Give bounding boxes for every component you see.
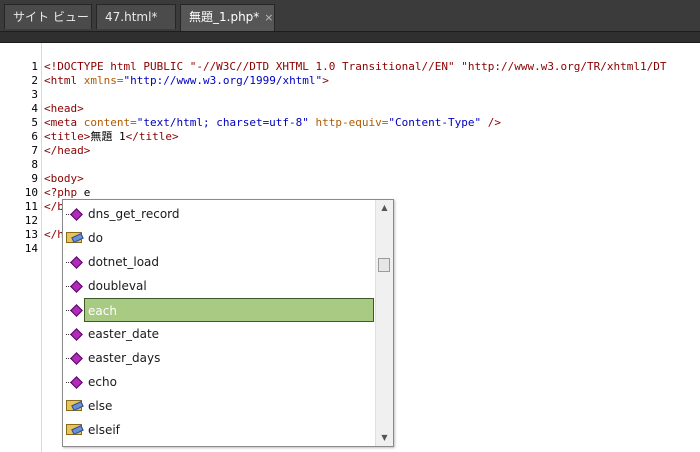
code-line: <body> bbox=[44, 172, 84, 186]
function-icon bbox=[66, 328, 84, 341]
tab-label: 無題_1.php* bbox=[189, 10, 260, 24]
function-icon bbox=[66, 208, 84, 221]
code-line: </h bbox=[44, 228, 64, 242]
scroll-up-button[interactable]: ▲ bbox=[376, 200, 393, 216]
code-token: xmlns= bbox=[83, 74, 124, 87]
code-token: <?php bbox=[44, 186, 84, 199]
autocomplete-item[interactable]: easter_date bbox=[63, 322, 374, 346]
code-editor[interactable]: 1 2 3 4 5 6 7 8 9 10 11 12 13 14 <!DOCTYPE html PUBLI… bbox=[0, 43, 700, 452]
line-number: 6 bbox=[31, 130, 38, 143]
autocomplete-item-label: each bbox=[88, 304, 117, 318]
autocomplete-item[interactable]: do bbox=[63, 226, 374, 250]
autocomplete-popup: ▲ ▼ dns_get_recorddo dotnet_load doubleval… bbox=[62, 199, 394, 447]
keyword-icon bbox=[66, 400, 84, 412]
autocomplete-item[interactable]: dns_get_record bbox=[63, 202, 374, 226]
autocomplete-item-label: doubleval bbox=[88, 279, 147, 293]
line-number: 8 bbox=[31, 158, 38, 171]
line-number: 7 bbox=[31, 144, 38, 157]
tab-label: サイト ビュー bbox=[13, 10, 89, 24]
autocomplete-item-label: echo bbox=[88, 375, 117, 389]
line-number: 2 bbox=[31, 74, 38, 87]
autocomplete-item[interactable]: else bbox=[63, 394, 374, 418]
code-token: 無題 1 bbox=[90, 130, 126, 143]
code-line: <?php e bbox=[44, 186, 90, 200]
code-line: <title>無題 1</title> bbox=[44, 130, 179, 144]
function-icon bbox=[66, 376, 84, 389]
tab-bar: サイト ビュー 47.html* 無題_1.php* × bbox=[0, 0, 700, 32]
code-line: <!DOCTYPE html PUBLIC "-//W3C//DTD XHTML… bbox=[44, 60, 667, 74]
autocomplete-item[interactable]: easter_days bbox=[63, 346, 374, 370]
line-number: 12 bbox=[24, 214, 38, 227]
function-icon bbox=[66, 352, 84, 365]
autocomplete-item[interactable]: each bbox=[84, 298, 374, 322]
line-number: 3 bbox=[31, 88, 38, 101]
autocomplete-item-label: elseif bbox=[88, 423, 120, 437]
code-line: </head> bbox=[44, 144, 90, 158]
line-number: 5 bbox=[31, 116, 38, 129]
code-token: content= bbox=[83, 116, 137, 129]
autocomplete-scrollbar[interactable]: ▲ ▼ bbox=[375, 200, 393, 446]
function-icon bbox=[66, 256, 84, 269]
line-number: 10 bbox=[24, 186, 38, 199]
editor-toolbar-strip bbox=[0, 32, 700, 43]
code-token: "http://www.w3.org/1999/xhtml" bbox=[123, 74, 323, 87]
code-token: <html bbox=[44, 74, 84, 87]
code-line: </b bbox=[44, 200, 64, 214]
close-icon[interactable]: × bbox=[264, 11, 273, 24]
code-token: "Content-Type" bbox=[388, 116, 482, 129]
code-token: "text/html; charset=utf-8" bbox=[136, 116, 309, 129]
autocomplete-item[interactable]: elseif bbox=[63, 418, 374, 442]
tab-47-html[interactable]: 47.html* bbox=[96, 4, 176, 29]
code-token: <head> bbox=[44, 102, 84, 115]
autocomplete-item[interactable]: doubleval bbox=[63, 274, 374, 298]
autocomplete-item[interactable]: echo bbox=[63, 370, 374, 394]
line-number: 1 bbox=[31, 60, 38, 73]
code-token: <body> bbox=[44, 172, 84, 185]
autocomplete-item-label: easter_days bbox=[88, 351, 161, 365]
code-token: > bbox=[322, 74, 329, 87]
line-number-gutter: 1 2 3 4 5 6 7 8 9 10 11 12 13 14 bbox=[0, 43, 42, 452]
line-number: 11 bbox=[24, 200, 38, 213]
code-token: <title> bbox=[44, 130, 91, 143]
keyword-icon bbox=[66, 232, 84, 244]
tab-untitled-php[interactable]: 無題_1.php* × bbox=[180, 4, 275, 31]
scroll-down-button[interactable]: ▼ bbox=[376, 430, 393, 446]
line-number: 9 bbox=[31, 172, 38, 185]
code-line: <html xmlns="http://www.w3.org/1999/xhtm… bbox=[44, 74, 329, 88]
code-token: </h bbox=[44, 228, 64, 241]
autocomplete-item-label: else bbox=[88, 399, 113, 413]
autocomplete-item-label: easter_date bbox=[88, 327, 160, 341]
code-line: <head> bbox=[44, 102, 84, 116]
autocomplete-item[interactable]: dotnet_load bbox=[63, 250, 374, 274]
line-number: 14 bbox=[24, 242, 38, 255]
code-token: </head> bbox=[44, 144, 91, 157]
autocomplete-item-label: dotnet_load bbox=[88, 255, 160, 269]
autocomplete-item-label: do bbox=[88, 231, 103, 245]
keyword-icon bbox=[66, 424, 84, 436]
tab-label: 47.html* bbox=[105, 10, 158, 24]
code-token: <!DOCTYPE html PUBLIC "-//W3C//DTD XHTML… bbox=[44, 60, 667, 73]
line-number: 13 bbox=[24, 228, 38, 241]
code-token: http-equiv= bbox=[308, 116, 389, 129]
tab-site-view[interactable]: サイト ビュー bbox=[4, 4, 92, 29]
code-token: </title> bbox=[125, 130, 179, 143]
code-token: e bbox=[83, 186, 91, 199]
line-number: 4 bbox=[31, 102, 38, 115]
code-line: <meta content="text/html; charset=utf-8"… bbox=[44, 116, 501, 130]
code-token: </b bbox=[44, 200, 64, 213]
scroll-thumb[interactable] bbox=[378, 258, 390, 272]
function-icon bbox=[66, 280, 84, 293]
code-token: /> bbox=[481, 116, 501, 129]
function-icon bbox=[66, 304, 84, 317]
autocomplete-item-label: dns_get_record bbox=[88, 207, 180, 221]
code-token: <meta bbox=[44, 116, 84, 129]
